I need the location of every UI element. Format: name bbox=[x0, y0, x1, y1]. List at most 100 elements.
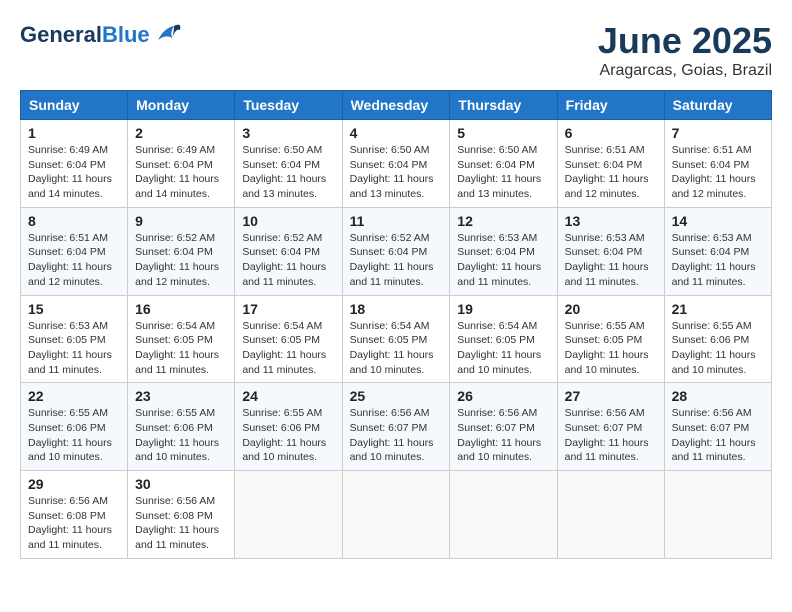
weekday-header-saturday: Saturday bbox=[664, 91, 771, 120]
day-info: Sunrise: 6:53 AMSunset: 6:04 PMDaylight:… bbox=[565, 231, 657, 290]
day-info: Sunrise: 6:51 AMSunset: 6:04 PMDaylight:… bbox=[672, 143, 764, 202]
logo: GeneralBlue bbox=[20, 20, 184, 50]
calendar-cell: 13 Sunrise: 6:53 AMSunset: 6:04 PMDayligh… bbox=[557, 207, 664, 295]
day-info: Sunrise: 6:53 AMSunset: 6:04 PMDaylight:… bbox=[457, 231, 549, 290]
calendar-cell: 15 Sunrise: 6:53 AMSunset: 6:05 PMDayligh… bbox=[21, 295, 128, 383]
calendar-header: SundayMondayTuesdayWednesdayThursdayFrid… bbox=[21, 91, 772, 120]
calendar-cell: 18Sunrise: 6:54 AMSunset: 6:05 PMDayligh… bbox=[342, 295, 450, 383]
page-header: GeneralBlue June 2025 Aragarcas, Goias, … bbox=[20, 20, 772, 80]
day-info: Sunrise: 6:51 AMSunset: 6:04 PMDaylight:… bbox=[565, 143, 657, 202]
calendar-cell: 5Sunrise: 6:50 AMSunset: 6:04 PMDaylight… bbox=[450, 120, 557, 208]
calendar-cell: 22 Sunrise: 6:55 AMSunset: 6:06 PMDayligh… bbox=[21, 383, 128, 471]
day-info: Sunrise: 6:49 AMSunset: 6:04 PMDaylight:… bbox=[135, 143, 227, 202]
calendar-cell: 29 Sunrise: 6:56 AMSunset: 6:08 PMDayligh… bbox=[21, 471, 128, 559]
calendar-cell bbox=[235, 471, 342, 559]
location-subtitle: Aragarcas, Goias, Brazil bbox=[598, 62, 772, 80]
day-number: 21 bbox=[672, 301, 764, 317]
day-number: 8 bbox=[28, 213, 120, 229]
calendar-cell: 10 Sunrise: 6:52 AMSunset: 6:04 PMDayligh… bbox=[235, 207, 342, 295]
day-number: 7 bbox=[672, 125, 764, 141]
day-number: 17 bbox=[242, 301, 334, 317]
day-info: Sunrise: 6:52 AMSunset: 6:04 PMDaylight:… bbox=[135, 231, 227, 290]
calendar-body: 1 Sunrise: 6:49 AMSunset: 6:04 PMDaylight… bbox=[21, 120, 772, 559]
calendar-cell: 11Sunrise: 6:52 AMSunset: 6:04 PMDayligh… bbox=[342, 207, 450, 295]
calendar-cell: 2 Sunrise: 6:49 AMSunset: 6:04 PMDaylight… bbox=[128, 120, 235, 208]
calendar-cell: 7 Sunrise: 6:51 AMSunset: 6:04 PMDaylight… bbox=[664, 120, 771, 208]
calendar-cell bbox=[342, 471, 450, 559]
day-info: Sunrise: 6:55 AMSunset: 6:06 PMDaylight:… bbox=[672, 319, 764, 378]
calendar-cell: 25Sunrise: 6:56 AMSunset: 6:07 PMDayligh… bbox=[342, 383, 450, 471]
day-info: Sunrise: 6:55 AMSunset: 6:06 PMDaylight:… bbox=[28, 406, 120, 465]
title-section: June 2025 Aragarcas, Goias, Brazil bbox=[598, 20, 772, 80]
month-title: June 2025 bbox=[598, 20, 772, 62]
calendar-cell: 24 Sunrise: 6:55 AMSunset: 6:06 PMDayligh… bbox=[235, 383, 342, 471]
calendar-cell: 30 Sunrise: 6:56 AMSunset: 6:08 PMDayligh… bbox=[128, 471, 235, 559]
day-number: 1 bbox=[28, 125, 120, 141]
calendar-cell bbox=[664, 471, 771, 559]
day-info: Sunrise: 6:53 AMSunset: 6:04 PMDaylight:… bbox=[672, 231, 764, 290]
day-info: Sunrise: 6:55 AMSunset: 6:06 PMDaylight:… bbox=[135, 406, 227, 465]
day-number: 20 bbox=[565, 301, 657, 317]
day-number: 25 bbox=[350, 388, 443, 404]
day-number: 19 bbox=[457, 301, 549, 317]
calendar-cell: 17 Sunrise: 6:54 AMSunset: 6:05 PMDayligh… bbox=[235, 295, 342, 383]
calendar-cell bbox=[557, 471, 664, 559]
day-info: Sunrise: 6:52 AMSunset: 6:04 PMDaylight:… bbox=[242, 231, 334, 290]
day-info: Sunrise: 6:54 AMSunset: 6:05 PMDaylight:… bbox=[135, 319, 227, 378]
weekday-header-row: SundayMondayTuesdayWednesdayThursdayFrid… bbox=[21, 91, 772, 120]
day-info: Sunrise: 6:54 AMSunset: 6:05 PMDaylight:… bbox=[350, 319, 443, 378]
calendar-cell: 28Sunrise: 6:56 AMSunset: 6:07 PMDayligh… bbox=[664, 383, 771, 471]
calendar-cell: 26 Sunrise: 6:56 AMSunset: 6:07 PMDayligh… bbox=[450, 383, 557, 471]
day-info: Sunrise: 6:54 AMSunset: 6:05 PMDaylight:… bbox=[457, 319, 549, 378]
calendar-cell: 1 Sunrise: 6:49 AMSunset: 6:04 PMDaylight… bbox=[21, 120, 128, 208]
calendar-cell: 20 Sunrise: 6:55 AMSunset: 6:05 PMDayligh… bbox=[557, 295, 664, 383]
day-number: 13 bbox=[565, 213, 657, 229]
day-number: 2 bbox=[135, 125, 227, 141]
day-number: 14 bbox=[672, 213, 764, 229]
day-info: Sunrise: 6:50 AMSunset: 6:04 PMDaylight:… bbox=[242, 143, 334, 202]
day-info: Sunrise: 6:49 AMSunset: 6:04 PMDaylight:… bbox=[28, 143, 120, 202]
day-info: Sunrise: 6:51 AMSunset: 6:04 PMDaylight:… bbox=[28, 231, 120, 290]
day-info: Sunrise: 6:56 AMSunset: 6:07 PMDaylight:… bbox=[457, 406, 549, 465]
calendar-cell: 19 Sunrise: 6:54 AMSunset: 6:05 PMDayligh… bbox=[450, 295, 557, 383]
day-info: Sunrise: 6:56 AMSunset: 6:08 PMDaylight:… bbox=[135, 494, 227, 553]
day-number: 26 bbox=[457, 388, 549, 404]
logo-text: GeneralBlue bbox=[20, 22, 150, 48]
calendar-week-3: 15 Sunrise: 6:53 AMSunset: 6:05 PMDayligh… bbox=[21, 295, 772, 383]
calendar-cell: 23Sunrise: 6:55 AMSunset: 6:06 PMDayligh… bbox=[128, 383, 235, 471]
day-info: Sunrise: 6:56 AMSunset: 6:08 PMDaylight:… bbox=[28, 494, 120, 553]
day-info: Sunrise: 6:54 AMSunset: 6:05 PMDaylight:… bbox=[242, 319, 334, 378]
logo-general: General bbox=[20, 22, 102, 47]
day-number: 12 bbox=[457, 213, 549, 229]
weekday-header-friday: Friday bbox=[557, 91, 664, 120]
weekday-header-sunday: Sunday bbox=[21, 91, 128, 120]
calendar-cell: 16 Sunrise: 6:54 AMSunset: 6:05 PMDayligh… bbox=[128, 295, 235, 383]
day-number: 10 bbox=[242, 213, 334, 229]
day-number: 15 bbox=[28, 301, 120, 317]
day-number: 5 bbox=[457, 125, 549, 141]
day-info: Sunrise: 6:55 AMSunset: 6:06 PMDaylight:… bbox=[242, 406, 334, 465]
day-number: 3 bbox=[242, 125, 334, 141]
calendar-cell: 8 Sunrise: 6:51 AMSunset: 6:04 PMDaylight… bbox=[21, 207, 128, 295]
weekday-header-monday: Monday bbox=[128, 91, 235, 120]
day-number: 30 bbox=[135, 476, 227, 492]
calendar-cell: 27Sunrise: 6:56 AMSunset: 6:07 PMDayligh… bbox=[557, 383, 664, 471]
day-info: Sunrise: 6:56 AMSunset: 6:07 PMDaylight:… bbox=[672, 406, 764, 465]
day-number: 4 bbox=[350, 125, 443, 141]
calendar-cell: 14 Sunrise: 6:53 AMSunset: 6:04 PMDayligh… bbox=[664, 207, 771, 295]
day-info: Sunrise: 6:53 AMSunset: 6:05 PMDaylight:… bbox=[28, 319, 120, 378]
day-info: Sunrise: 6:55 AMSunset: 6:05 PMDaylight:… bbox=[565, 319, 657, 378]
calendar-week-5: 29 Sunrise: 6:56 AMSunset: 6:08 PMDayligh… bbox=[21, 471, 772, 559]
calendar-cell: 3 Sunrise: 6:50 AMSunset: 6:04 PMDaylight… bbox=[235, 120, 342, 208]
calendar-cell: 4 Sunrise: 6:50 AMSunset: 6:04 PMDaylight… bbox=[342, 120, 450, 208]
calendar-week-2: 8 Sunrise: 6:51 AMSunset: 6:04 PMDaylight… bbox=[21, 207, 772, 295]
calendar-week-1: 1 Sunrise: 6:49 AMSunset: 6:04 PMDaylight… bbox=[21, 120, 772, 208]
day-number: 16 bbox=[135, 301, 227, 317]
day-number: 24 bbox=[242, 388, 334, 404]
day-info: Sunrise: 6:50 AMSunset: 6:04 PMDaylight:… bbox=[350, 143, 443, 202]
weekday-header-wednesday: Wednesday bbox=[342, 91, 450, 120]
calendar-cell bbox=[450, 471, 557, 559]
calendar-cell: 12 Sunrise: 6:53 AMSunset: 6:04 PMDayligh… bbox=[450, 207, 557, 295]
day-number: 29 bbox=[28, 476, 120, 492]
day-number: 22 bbox=[28, 388, 120, 404]
